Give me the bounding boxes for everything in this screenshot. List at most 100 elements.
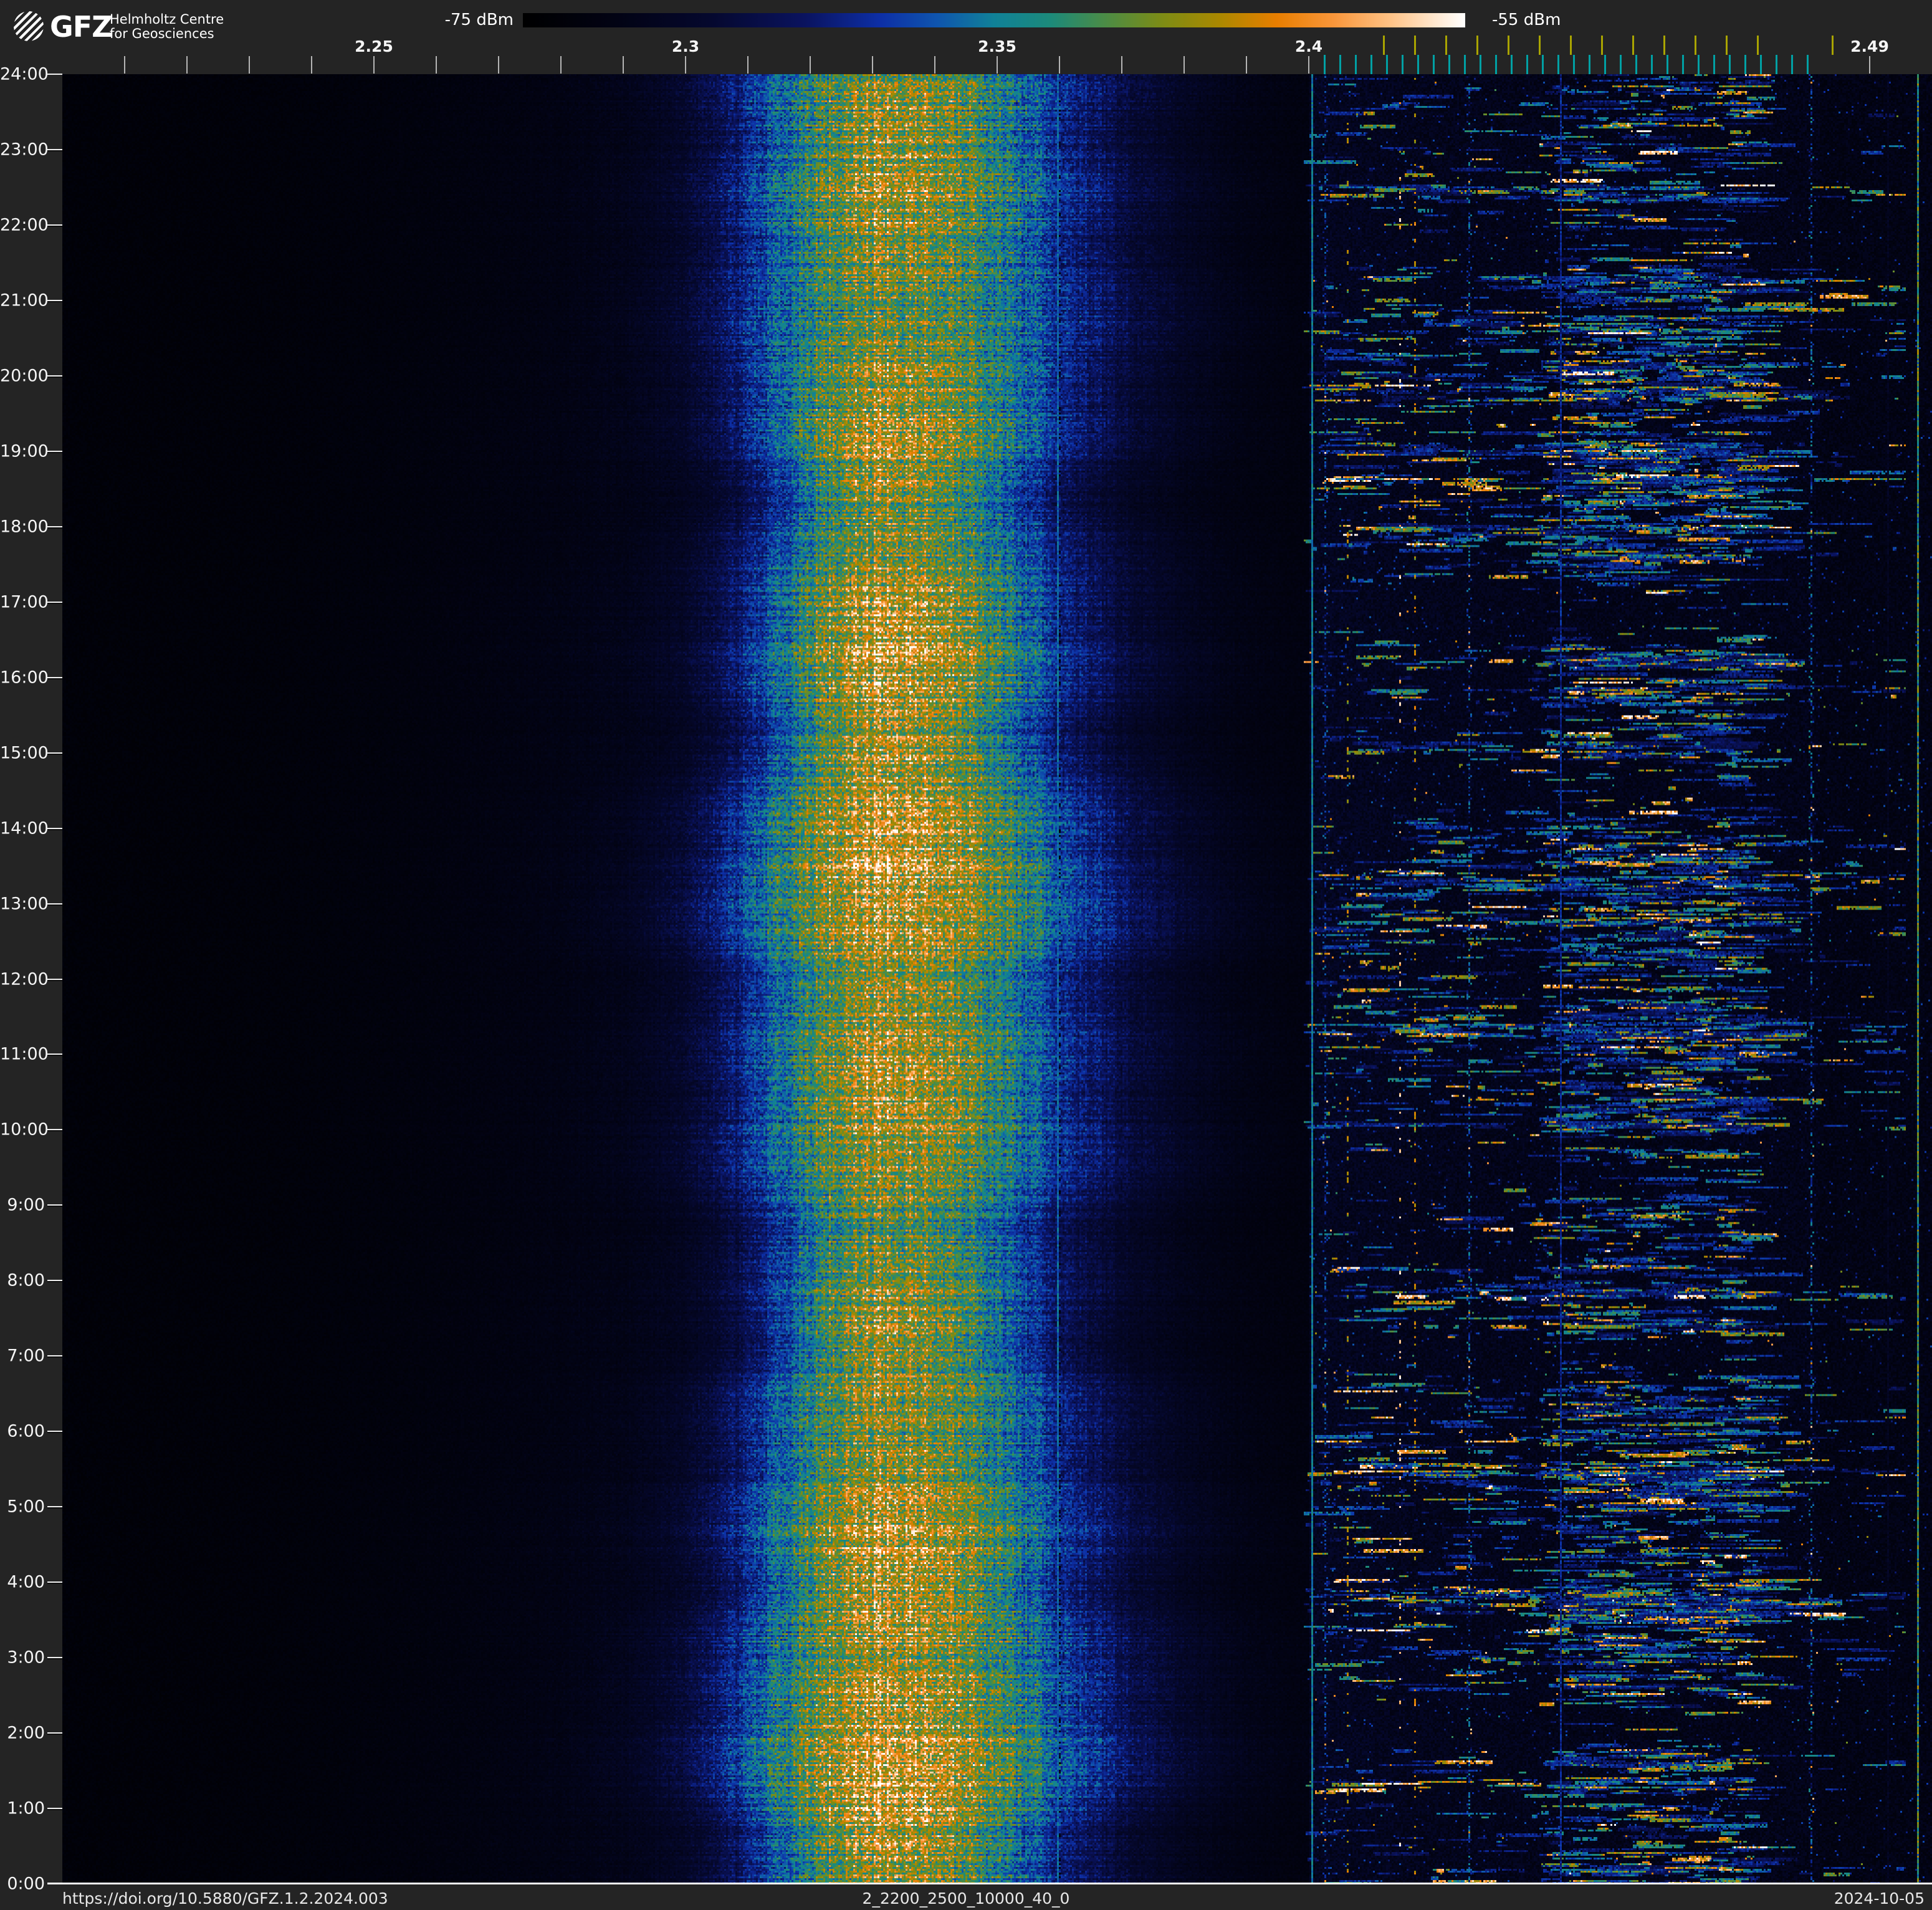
narrow-channel-tick bbox=[1667, 55, 1668, 74]
wifi-channel-tick bbox=[1539, 36, 1541, 55]
freq-tick-label: 2.49 bbox=[1850, 37, 1889, 55]
narrow-channel-tick bbox=[1760, 55, 1762, 74]
narrow-channel-tick bbox=[1698, 55, 1700, 74]
freq-tick-minor bbox=[623, 56, 624, 74]
freq-tick-minor bbox=[560, 56, 562, 74]
freq-tick-minor bbox=[1121, 56, 1122, 74]
narrow-channel-tick bbox=[1480, 55, 1481, 74]
hour-dash bbox=[47, 74, 62, 75]
narrow-channel-tick bbox=[1604, 55, 1606, 74]
gfz-logo-icon bbox=[14, 11, 44, 41]
time-label: 22:00 bbox=[0, 215, 49, 235]
gfz-logo-tagline-line1: Helmholtz Centre bbox=[110, 12, 224, 27]
freq-tick-minor bbox=[872, 56, 873, 74]
time-label: 17:00 bbox=[0, 592, 49, 612]
freq-tick-minor bbox=[124, 56, 125, 74]
doi-text: https://doi.org/10.5880/GFZ.1.2.2024.003 bbox=[62, 1889, 388, 1908]
gfz-logo-acronym: GFZ bbox=[50, 10, 113, 44]
time-label: 8:00 bbox=[7, 1270, 45, 1290]
freq-tick-minor bbox=[186, 56, 188, 74]
narrow-channel-tick bbox=[1744, 55, 1746, 74]
freq-tick-minor bbox=[747, 56, 748, 74]
narrow-channel-tick bbox=[1417, 55, 1419, 74]
freq-tick-minor bbox=[498, 56, 499, 74]
narrow-channel-tick bbox=[1791, 55, 1793, 74]
time-label: 5:00 bbox=[7, 1497, 45, 1517]
time-label: 0:00 bbox=[7, 1874, 45, 1894]
time-label: 18:00 bbox=[0, 517, 49, 537]
time-label: 10:00 bbox=[0, 1120, 49, 1140]
time-label: 11:00 bbox=[0, 1044, 49, 1064]
time-label: 9:00 bbox=[7, 1195, 45, 1215]
narrow-channel-tick bbox=[1620, 55, 1622, 74]
narrow-channel-tick bbox=[1776, 55, 1777, 74]
narrow-channel-tick bbox=[1324, 55, 1326, 74]
time-label: 24:00 bbox=[0, 64, 49, 84]
colorbar-gradient bbox=[523, 13, 1465, 27]
time-label: 16:00 bbox=[0, 668, 49, 688]
narrow-channel-tick bbox=[1635, 55, 1637, 74]
freq-tick-minor bbox=[436, 56, 437, 74]
freq-tick-minor bbox=[249, 56, 250, 74]
freq-tick-label: 2.25 bbox=[355, 37, 393, 55]
time-label: 14:00 bbox=[0, 818, 49, 838]
freq-tick-minor bbox=[1308, 56, 1309, 74]
date-label: 2024-10-05 bbox=[1834, 1889, 1925, 1908]
time-label: 13:00 bbox=[0, 894, 49, 914]
narrow-channel-tick bbox=[1557, 55, 1559, 74]
gfz-logo-tagline-line2: for Geosciences bbox=[110, 26, 214, 41]
time-label: 3:00 bbox=[7, 1648, 45, 1668]
narrow-channel-tick bbox=[1511, 55, 1513, 74]
narrow-channel-tick bbox=[1589, 55, 1590, 74]
time-label: 20:00 bbox=[0, 366, 49, 386]
time-label: 4:00 bbox=[7, 1572, 45, 1592]
time-label: 1:00 bbox=[7, 1798, 45, 1818]
narrow-channel-tick bbox=[1464, 55, 1466, 74]
narrow-channel-tick bbox=[1386, 55, 1388, 74]
freq-tick-minor bbox=[1246, 56, 1247, 74]
wifi-channel-tick bbox=[1757, 36, 1759, 55]
wifi-channel-tick bbox=[1508, 36, 1509, 55]
wifi-channel-tick bbox=[1832, 36, 1834, 55]
time-label: 6:00 bbox=[7, 1421, 45, 1441]
narrow-channel-tick bbox=[1355, 55, 1357, 74]
freq-tick-minor bbox=[810, 56, 811, 74]
wifi-channel-tick bbox=[1663, 36, 1665, 55]
freq-tick-minor bbox=[373, 56, 375, 74]
freq-tick-minor bbox=[1184, 56, 1185, 74]
freq-tick-minor bbox=[934, 56, 935, 74]
freq-tick-minor bbox=[685, 56, 686, 74]
freq-tick-minor bbox=[1059, 56, 1060, 74]
wifi-channel-tick bbox=[1601, 36, 1603, 55]
narrow-channel-tick bbox=[1542, 55, 1544, 74]
wifi-channel-tick bbox=[1632, 36, 1634, 55]
bottom-axis-line bbox=[47, 1883, 1932, 1884]
time-label: 7:00 bbox=[7, 1346, 45, 1366]
freq-tick-minor bbox=[1869, 56, 1870, 74]
freq-tick-label: 2.3 bbox=[671, 37, 700, 55]
narrow-channel-tick bbox=[1682, 55, 1684, 74]
colorbar-min-label: -75 dBm bbox=[444, 11, 514, 29]
time-label: 23:00 bbox=[0, 140, 49, 160]
dataset-name: 2_2200_2500_10000_40_0 bbox=[862, 1889, 1070, 1908]
narrow-channel-tick bbox=[1807, 55, 1809, 74]
narrow-channel-tick bbox=[1448, 55, 1450, 74]
gfz-logo-tagline: Helmholtz Centre for Geosciences bbox=[110, 12, 224, 41]
wifi-channel-tick bbox=[1726, 36, 1728, 55]
narrow-channel-tick bbox=[1402, 55, 1404, 74]
freq-tick-label: 2.4 bbox=[1294, 37, 1323, 55]
narrow-channel-tick bbox=[1526, 55, 1528, 74]
wifi-channel-tick bbox=[1445, 36, 1447, 55]
colorbar-max-label: -55 dBm bbox=[1492, 11, 1561, 29]
freq-tick-minor bbox=[311, 56, 312, 74]
narrow-channel-tick bbox=[1651, 55, 1653, 74]
narrow-channel-tick bbox=[1573, 55, 1575, 74]
wifi-channel-tick bbox=[1383, 36, 1385, 55]
narrow-channel-tick bbox=[1339, 55, 1341, 74]
time-label: 21:00 bbox=[0, 290, 49, 310]
time-label: 19:00 bbox=[0, 441, 49, 461]
narrow-channel-tick bbox=[1713, 55, 1715, 74]
time-label: 2:00 bbox=[7, 1723, 45, 1743]
wifi-channel-tick bbox=[1570, 36, 1572, 55]
narrow-channel-tick bbox=[1433, 55, 1435, 74]
